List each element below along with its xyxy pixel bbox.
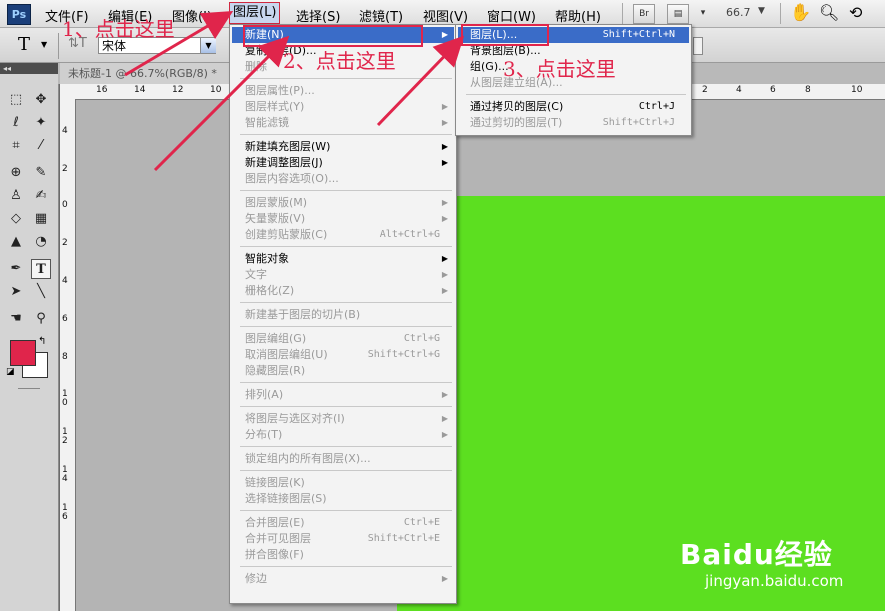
arrow-step2 (153, 35, 290, 172)
annotation-step1: 1、点击这里 (62, 17, 175, 41)
annotation-step2: 2、点击这里 (283, 49, 396, 73)
annotation-step3: 3、点击这里 (503, 57, 616, 81)
annotation-arrows (124, 10, 465, 172)
